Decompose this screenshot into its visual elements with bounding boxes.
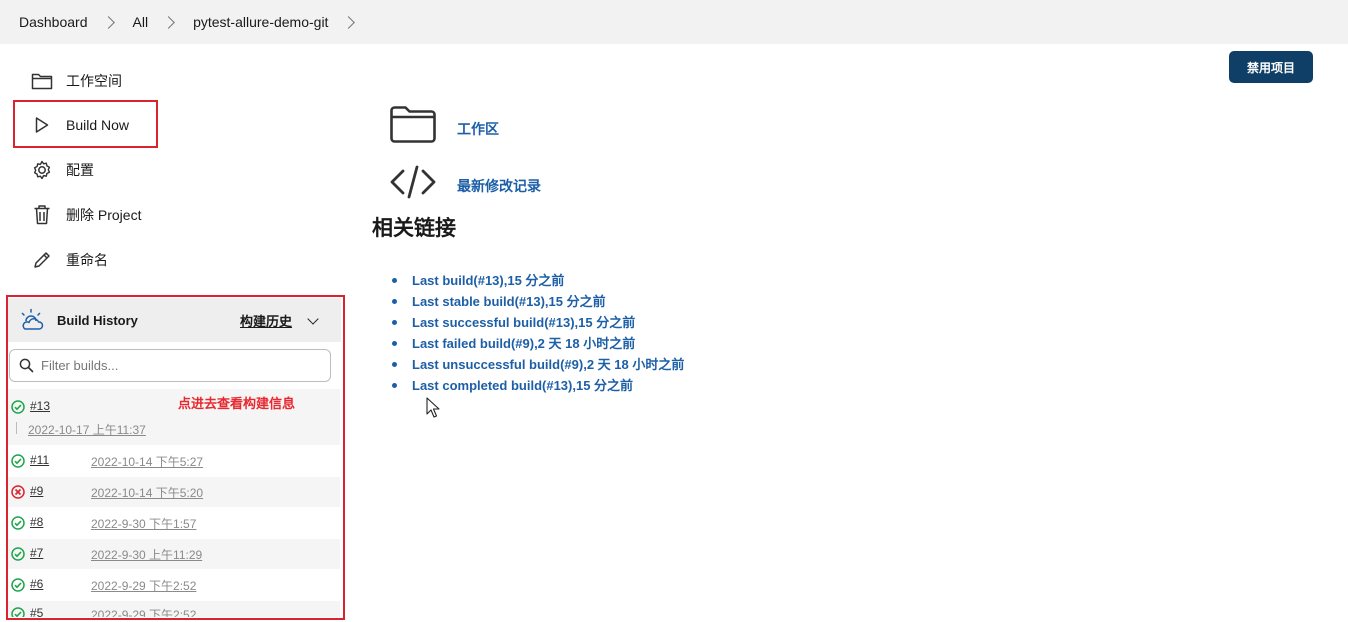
folder-icon — [30, 69, 54, 93]
folder-icon — [389, 104, 437, 149]
workspace-link[interactable]: 工作区 — [457, 119, 499, 139]
list-item: Last stable build(#13),15 分之前 — [392, 291, 684, 312]
sidebar-item-label: 删除 Project — [66, 207, 142, 223]
trash-icon — [30, 203, 54, 227]
list-item: Last failed build(#9),2 天 18 小时之前 — [392, 333, 684, 354]
permalink-last-build[interactable]: Last build(#13),15 分之前 — [412, 270, 564, 291]
build-history-highlight-box — [6, 295, 345, 620]
sidebar-item-delete-project[interactable]: 删除 Project — [30, 199, 141, 231]
chevron-right-icon[interactable] — [101, 15, 115, 29]
chevron-right-icon[interactable] — [342, 15, 356, 29]
sidebar-item-label: 重命名 — [66, 252, 108, 268]
chevron-right-icon[interactable] — [162, 15, 175, 29]
sidebar-item-rename[interactable]: 重命名 — [30, 244, 108, 276]
related-links-title: 相关链接 — [372, 217, 456, 240]
recent-changes-link[interactable]: 最新修改记录 — [457, 176, 541, 196]
permalink-last-failed-build[interactable]: Last failed build(#9),2 天 18 小时之前 — [412, 333, 635, 354]
gear-icon — [30, 158, 54, 182]
permalink-last-stable-build[interactable]: Last stable build(#13),15 分之前 — [412, 291, 606, 312]
permalink-last-unsuccessful-build[interactable]: Last unsuccessful build(#9),2 天 18 小时之前 — [412, 354, 684, 375]
code-icon — [389, 165, 437, 204]
sidebar-item-configure[interactable]: 配置 — [30, 154, 94, 186]
mouse-cursor-icon — [426, 397, 440, 424]
breadcrumb-project[interactable]: pytest-allure-demo-git — [193, 14, 328, 30]
list-item: Last unsuccessful build(#9),2 天 18 小时之前 — [392, 354, 684, 375]
sidebar-item-label: 配置 — [66, 162, 94, 178]
list-item: Last completed build(#13),15 分之前 — [392, 375, 684, 396]
breadcrumb-dashboard[interactable]: Dashboard — [19, 14, 88, 30]
permalinks-list: Last build(#13),15 分之前 Last stable build… — [392, 270, 684, 396]
permalink-last-completed-build[interactable]: Last completed build(#13),15 分之前 — [412, 375, 633, 396]
list-item: Last successful build(#13),15 分之前 — [392, 312, 684, 333]
sidebar-item-label: 工作空间 — [66, 73, 122, 89]
build-now-highlight-box — [13, 100, 158, 148]
permalink-last-successful-build[interactable]: Last successful build(#13),15 分之前 — [412, 312, 635, 333]
breadcrumb-all[interactable]: All — [133, 14, 149, 30]
breadcrumb: Dashboard All pytest-allure-demo-git — [0, 0, 1348, 44]
list-item: Last build(#13),15 分之前 — [392, 270, 684, 291]
sidebar-item-workspace[interactable]: 工作空间 — [30, 65, 122, 97]
disable-project-button[interactable]: 禁用项目 — [1229, 51, 1313, 83]
pencil-icon — [30, 248, 54, 272]
